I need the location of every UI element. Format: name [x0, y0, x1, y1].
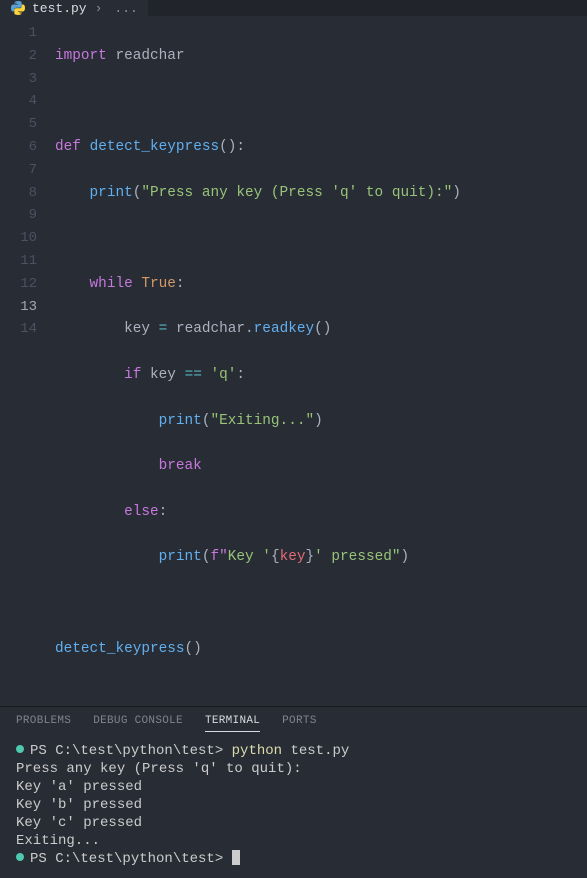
python-file-icon [10, 0, 26, 16]
tab-problems[interactable]: PROBLEMS [16, 715, 71, 732]
terminal-line: PS C:\test\python\test> [16, 850, 571, 868]
code-line: print(f"Key '{key}' pressed") [55, 546, 587, 569]
tab-bar: test.py › ... [0, 0, 587, 16]
line-number: 10 [0, 227, 37, 250]
bottom-panel: PROBLEMS DEBUG CONSOLE TERMINAL PORTS PS… [0, 706, 587, 878]
tab-terminal[interactable]: TERMINAL [205, 715, 260, 732]
code-line: else: [55, 501, 587, 524]
code-line: while True: [55, 273, 587, 296]
breadcrumb-more[interactable]: ... [110, 1, 137, 16]
code-line: if key == 'q': [55, 364, 587, 387]
terminal-line: Key 'c' pressed [16, 814, 571, 832]
terminal-line: Key 'b' pressed [16, 796, 571, 814]
breadcrumb-separator-icon: › [93, 1, 105, 16]
prompt-status-icon [16, 853, 24, 861]
code-line: break [55, 455, 587, 478]
line-number: 9 [0, 204, 37, 227]
code-line: print("Press any key (Press 'q' to quit)… [55, 182, 587, 205]
terminal-line: Press any key (Press 'q' to quit): [16, 760, 571, 778]
code-line: print("Exiting...") [55, 410, 587, 433]
line-number: 7 [0, 159, 37, 182]
line-number: 13 [0, 296, 37, 319]
line-number: 14 [0, 318, 37, 341]
editor-tab[interactable]: test.py › ... [0, 0, 148, 16]
panel-tab-bar: PROBLEMS DEBUG CONSOLE TERMINAL PORTS [0, 707, 587, 738]
code-line [55, 227, 587, 250]
code-line [55, 90, 587, 113]
line-number: 5 [0, 113, 37, 136]
line-number: 11 [0, 250, 37, 273]
terminal-output[interactable]: PS C:\test\python\test> python test.py P… [0, 738, 587, 878]
code-line: key = readchar.readkey() [55, 318, 587, 341]
code-line [55, 592, 587, 615]
line-number: 1 [0, 22, 37, 45]
tab-filename: test.py [32, 1, 87, 16]
tab-ports[interactable]: PORTS [282, 715, 317, 732]
line-number: 8 [0, 182, 37, 205]
terminal-cursor [232, 850, 240, 865]
line-number: 3 [0, 68, 37, 91]
prompt-status-icon [16, 745, 24, 753]
line-number: 4 [0, 90, 37, 113]
line-number: 12 [0, 273, 37, 296]
terminal-line: PS C:\test\python\test> python test.py [16, 742, 571, 760]
terminal-line: Key 'a' pressed [16, 778, 571, 796]
line-number: 6 [0, 136, 37, 159]
code-line: def detect_keypress(): [55, 136, 587, 159]
tab-debug-console[interactable]: DEBUG CONSOLE [93, 715, 183, 732]
terminal-line: Exiting... [16, 832, 571, 850]
code-line: detect_keypress() [55, 638, 587, 661]
code-editor[interactable]: 1 2 3 4 5 6 7 8 9 10 11 12 13 14 import … [0, 16, 587, 706]
line-number: 2 [0, 45, 37, 68]
line-number-gutter: 1 2 3 4 5 6 7 8 9 10 11 12 13 14 [0, 22, 55, 706]
code-line: import readchar [55, 45, 587, 68]
code-content[interactable]: import readchar def detect_keypress(): p… [55, 22, 587, 706]
